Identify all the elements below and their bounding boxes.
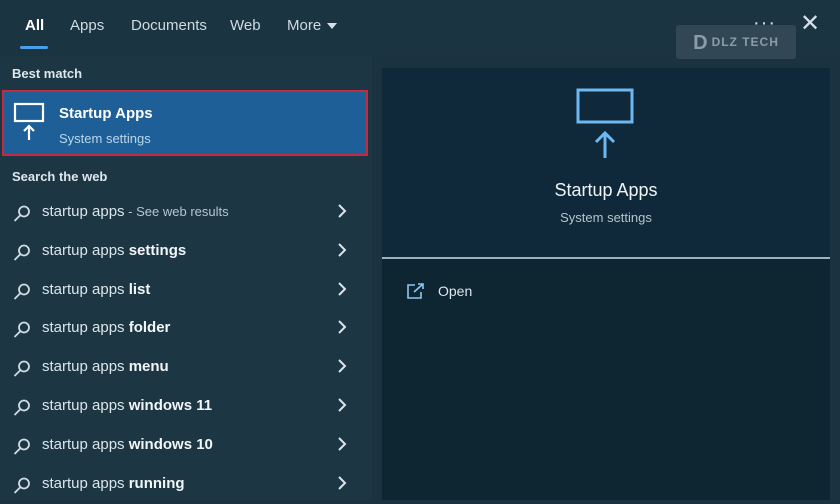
tab-more[interactable]: More xyxy=(287,17,338,34)
chevron-right-icon xyxy=(338,204,347,218)
search-icon xyxy=(13,283,30,300)
web-suggestion-item[interactable]: startup apps folder xyxy=(0,310,372,348)
chevron-right-icon xyxy=(338,320,347,335)
web-suggestion-bold: menu xyxy=(128,358,169,376)
web-suggestion-item[interactable]: startup apps running xyxy=(0,466,372,504)
web-suggestion-item[interactable]: startup apps - See web results xyxy=(0,194,372,232)
web-suggestion-query: startup apps xyxy=(42,203,125,220)
web-suggestion-bold: folder xyxy=(128,319,171,337)
web-suggestion-item[interactable]: startup apps windows 10 xyxy=(0,427,372,465)
web-suggestion-hint: - See web results xyxy=(124,204,229,219)
web-suggestion-text: startup apps windows 11 xyxy=(42,397,212,414)
tab-documents[interactable]: Documents xyxy=(131,17,207,34)
search-icon xyxy=(13,477,30,494)
tab-more-label: More xyxy=(287,17,322,34)
web-suggestion-query: startup apps xyxy=(42,435,129,453)
web-suggestion-text: startup apps settings xyxy=(42,242,186,259)
web-suggestion-bold: list xyxy=(128,280,151,298)
preview-divider xyxy=(382,257,830,259)
tab-all[interactable]: All xyxy=(25,17,44,34)
web-suggestion-item[interactable]: startup apps settings xyxy=(0,233,372,271)
chevron-down-icon xyxy=(327,23,338,30)
search-icon xyxy=(13,399,30,416)
web-suggestion-bold: settings xyxy=(128,241,187,259)
search-web-heading: Search the web xyxy=(12,169,108,184)
web-suggestion-item[interactable]: startup apps windows 11 xyxy=(0,388,372,426)
search-icon xyxy=(13,360,30,377)
tab-web[interactable]: Web xyxy=(230,17,261,34)
best-match-title: Startup Apps xyxy=(59,105,153,122)
close-icon[interactable]: ✕ xyxy=(800,12,820,36)
search-icon xyxy=(13,438,30,455)
web-suggestion-text: startup apps - See web results xyxy=(42,203,229,220)
web-suggestion-text: startup apps windows 10 xyxy=(42,436,213,453)
preview-header: Startup Apps System settings xyxy=(382,68,830,258)
web-suggestion-query: startup apps xyxy=(42,397,129,414)
preview-subtitle: System settings xyxy=(560,210,652,225)
web-suggestion-text: startup apps running xyxy=(42,475,185,492)
web-suggestion-query: startup apps xyxy=(42,474,129,492)
web-suggestion-text: startup apps menu xyxy=(42,358,169,375)
search-icon xyxy=(13,321,30,339)
web-suggestion-bold: windows 10 xyxy=(128,435,213,453)
preview-panel: Startup Apps System settings Open xyxy=(382,68,830,500)
search-icon xyxy=(13,244,30,261)
chevron-right-icon xyxy=(338,243,347,257)
web-suggestion-item[interactable]: startup apps menu xyxy=(0,349,372,387)
open-action-label: Open xyxy=(438,283,473,299)
preview-title: Startup Apps xyxy=(554,180,658,200)
web-suggestion-query: startup apps xyxy=(42,358,129,376)
web-suggestion-query: startup apps xyxy=(42,241,129,259)
startup-apps-large-icon xyxy=(576,88,634,158)
best-match-result[interactable]: Startup Apps System settings xyxy=(2,90,368,156)
web-suggestion-bold: running xyxy=(128,474,185,492)
web-suggestion-text: startup apps list xyxy=(42,281,150,298)
best-match-heading: Best match xyxy=(12,66,83,81)
chevron-right-icon xyxy=(338,359,347,373)
tab-apps[interactable]: Apps xyxy=(70,17,104,34)
watermark-logo: D DLZ TECH xyxy=(676,25,796,59)
chevron-right-icon xyxy=(338,398,347,412)
web-suggestion-bold: windows 11 xyxy=(128,397,213,414)
best-match-subtitle: System settings xyxy=(59,131,151,146)
web-suggestion-query: startup apps xyxy=(42,319,129,337)
web-suggestion-query: startup apps xyxy=(42,280,129,298)
active-tab-indicator xyxy=(20,46,48,49)
chevron-right-icon xyxy=(338,475,347,490)
chevron-right-icon xyxy=(338,281,347,296)
open-action[interactable]: Open xyxy=(406,280,606,306)
startup-apps-icon xyxy=(13,102,45,140)
chevron-right-icon xyxy=(338,437,347,451)
search-icon xyxy=(13,205,30,222)
open-external-icon xyxy=(407,283,424,299)
web-suggestion-item[interactable]: startup apps list xyxy=(0,272,372,310)
web-suggestion-text: startup apps folder xyxy=(42,319,170,336)
